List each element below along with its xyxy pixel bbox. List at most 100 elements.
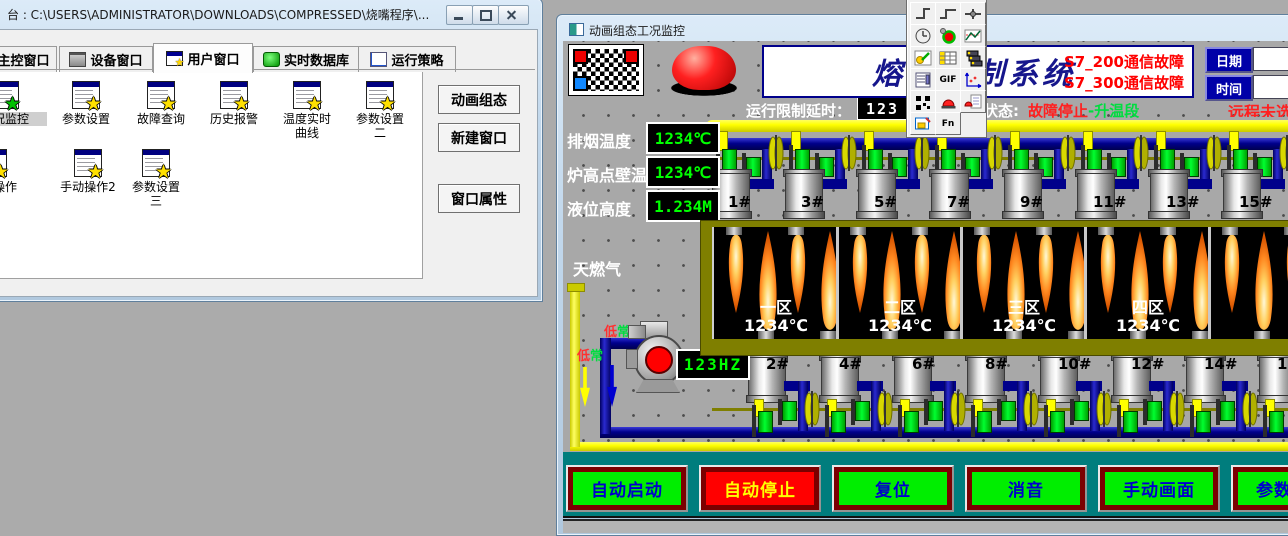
disks-tool[interactable] [960,46,986,69]
burner-label: 6# [912,355,942,371]
damper-valve-icon [950,391,966,427]
alarm-dome-red[interactable] [672,46,736,90]
control-button-消音[interactable]: 消音 [965,465,1087,512]
qr-code-image [568,44,644,96]
flame [1284,229,1288,313]
alarm-list-tool[interactable] [960,90,986,113]
control-button-label: 自动启动 [573,472,681,505]
window-item-参数设置二[interactable]: ★参数设置 二 [338,81,422,140]
window-item-参数设置[interactable]: ★参数设置 [44,81,128,126]
gas-elbow-h [1259,179,1285,189]
alarm-lamp-tool[interactable] [935,90,961,113]
gas-elbow-h [1113,179,1139,189]
minimize-button[interactable] [446,5,473,25]
grid-table-tool[interactable] [935,46,961,69]
project-window-title: 台 : C:\USERS\ADMINISTRATOR\DOWNLOADS\COM… [7,6,429,23]
window-item-温度实时曲线[interactable]: ★温度实时 曲线 [265,81,349,140]
corner-line-tool[interactable] [910,2,936,25]
indicator-light-tool[interactable] [935,24,961,47]
valve-stem [1117,405,1121,437]
window-item-工况监控[interactable]: ★工况监控 [0,81,47,126]
gas-elbow-h [1040,179,1066,189]
control-button-label: 自动停止 [706,472,814,505]
annotate-tool[interactable] [910,46,936,69]
clock-tool[interactable] [910,24,936,47]
gif-tool[interactable]: GIF [935,68,961,91]
star-glyph: ★ [306,95,323,114]
solenoid-valve-green [1050,411,1065,433]
control-button-自动启动[interactable]: 自动启动 [566,465,688,512]
clock-icon [913,27,933,45]
control-button-自动停止[interactable]: 自动停止 [699,465,821,512]
solenoid-valve-green [782,401,797,421]
tab-label: 设备窗口 [90,50,142,69]
pump-wing [626,349,638,369]
zone-name: 四区 [1086,294,1210,314]
control-button-label: 参数设置 [1238,472,1288,505]
status-low: 低 [577,349,590,364]
trend-chart-tool[interactable] [960,24,986,47]
burner-nozzle [974,227,990,235]
maximize-button[interactable] [472,5,499,25]
comm-error-s7-200: S7_200通信故障 [1064,51,1184,72]
qr-code-tool[interactable] [910,90,936,113]
valve-stem [752,405,756,437]
control-button-手动画面[interactable]: 手动画面 [1098,465,1220,512]
solenoid-valve-green [941,149,956,171]
drawing-toolbar: GIF Fn [906,0,987,138]
valve-stem [971,405,975,437]
reading-label-3: 液位高度 [567,196,647,214]
tab-用户窗口[interactable]: ★用户窗口 [153,43,253,73]
form-tool[interactable] [910,68,936,91]
window-bottom-strip [563,519,1288,533]
burner-label: 16# [1277,355,1288,371]
window-item-故障查询[interactable]: ★故障查询 [119,81,203,126]
trend-chart-icon [963,27,983,45]
gas-elbow-h [748,179,774,189]
star-glyph: ★ [379,95,396,114]
window-item-手动操作[interactable]: ★手动操作 [0,149,35,194]
pump-flange [628,325,646,339]
valve-stem [1190,405,1194,437]
date-field [1253,47,1288,71]
side-button-窗口属性[interactable]: 窗口属性 [438,184,520,213]
solenoid-valve-green [855,401,870,421]
side-button-新建窗口[interactable]: 新建窗口 [438,123,520,152]
close-button[interactable] [498,5,529,25]
time-field [1253,75,1288,99]
database-icon [263,52,280,67]
fn-tool[interactable]: Fn [935,112,961,135]
time-label: 时间 [1205,75,1253,101]
paint-tool[interactable] [910,112,936,135]
qr-finder [573,49,588,64]
control-button-参数设置[interactable]: 参数设置 [1231,465,1288,512]
solenoid-valve-green [722,149,737,171]
gas-supply-cap [567,283,585,292]
star-glyph: ★ [155,163,172,182]
tee-line-tool[interactable] [960,2,986,25]
axis-chart-tool[interactable] [960,68,986,91]
window-item-label: 参数设置 二 [338,112,422,140]
zone-temp: 1234℃ [714,316,838,336]
solenoid-valve-green [1147,401,1162,421]
gas-elbow-h [967,179,993,189]
alarm-list-icon [963,93,983,111]
tab-label: 运行策略 [391,50,443,69]
damper-valve-icon [1169,391,1185,427]
control-button-复位[interactable]: 复位 [832,465,954,512]
burner-label: 5# [874,193,904,209]
gas-label: 天燃气 [573,256,643,276]
side-button-动画组态[interactable]: 动画组态 [438,85,520,114]
window-item-历史报警[interactable]: ★历史报警 [192,81,276,126]
burner-cap [1075,211,1117,219]
project-window-titlebar[interactable]: 台 : C:\USERS\ADMINISTRATOR\DOWNLOADS\COM… [0,0,542,27]
valve-stem [1263,405,1267,437]
flame [1252,231,1276,337]
step-line-tool[interactable] [935,2,961,25]
star-glyph: ★ [160,95,177,114]
burner-cap [1002,211,1044,219]
burner-label: 7# [947,193,977,209]
burner-nozzle [1160,227,1176,235]
window-item-参数设置三[interactable]: ★参数设置 三 [114,149,198,208]
pump-hub[interactable] [645,346,673,374]
